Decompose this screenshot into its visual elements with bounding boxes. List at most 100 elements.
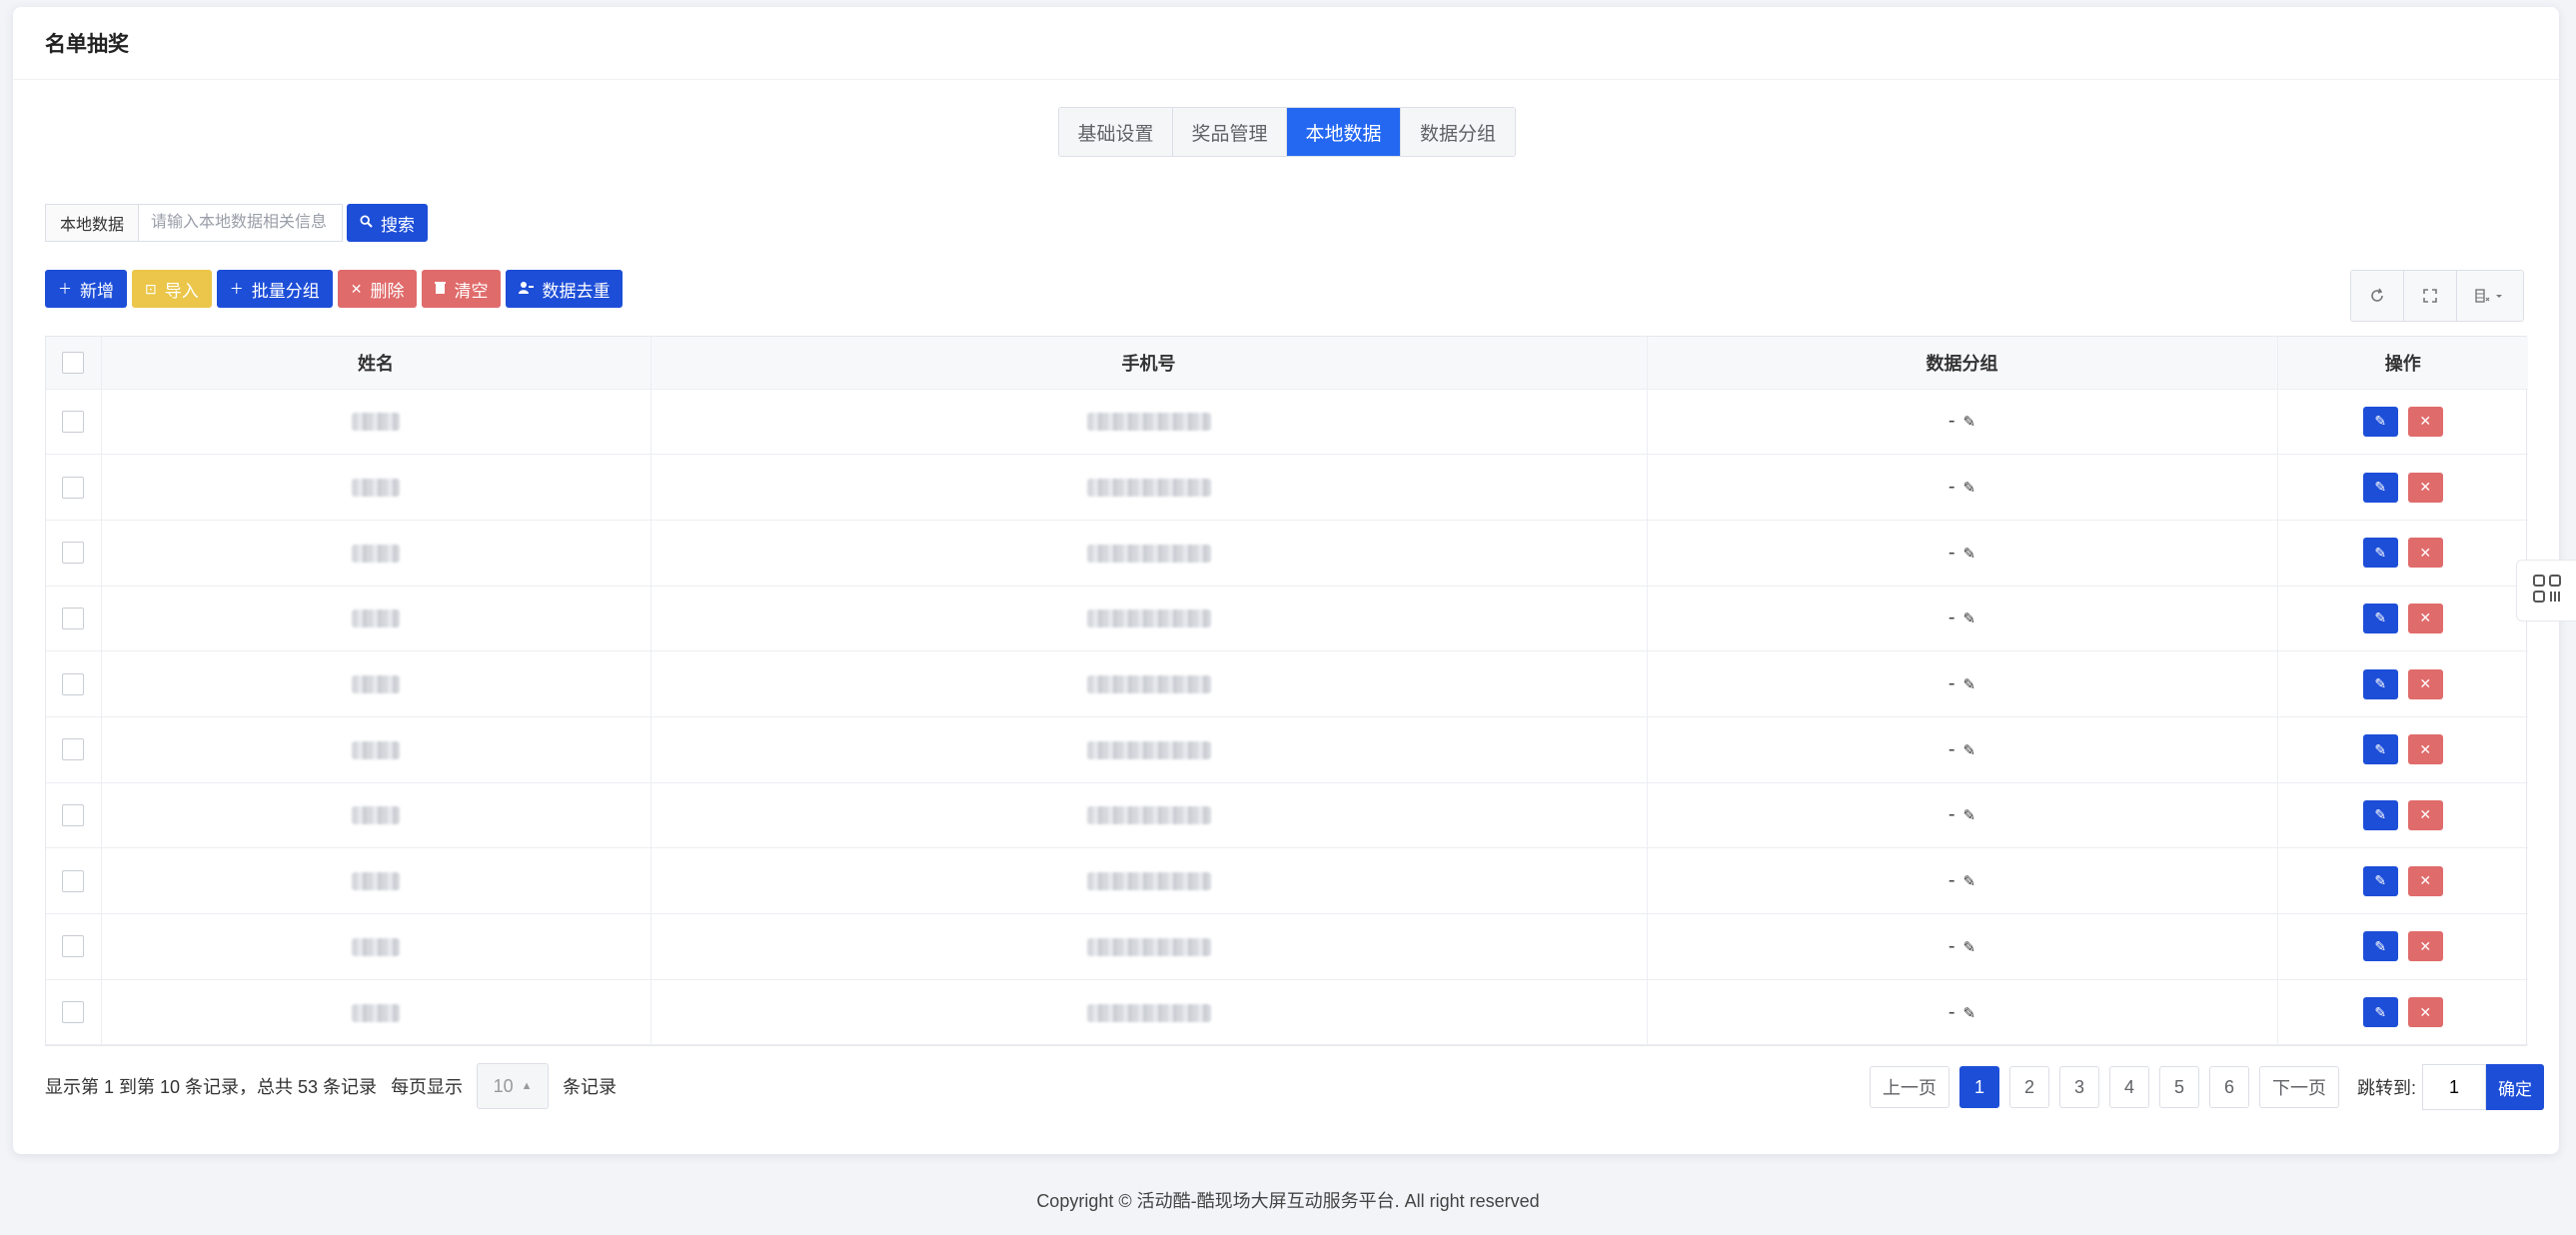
edit-button[interactable]: ✎ xyxy=(2362,997,2398,1028)
pencil-icon[interactable]: ✎ xyxy=(1963,742,1976,759)
row-checkbox[interactable] xyxy=(62,935,85,958)
edit-button[interactable]: ✎ xyxy=(2362,472,2398,503)
name-cell xyxy=(101,847,651,914)
name-cell xyxy=(101,586,651,652)
edit-button[interactable]: ✎ xyxy=(2362,865,2398,896)
jump-confirm-button[interactable]: 确定 xyxy=(2486,1064,2545,1110)
pencil-icon[interactable]: ✎ xyxy=(1963,611,1976,627)
row-checkbox[interactable] xyxy=(62,869,85,892)
table-row: - ✎ ✎ ✕ xyxy=(46,454,2528,521)
actions-cell: ✎ ✕ xyxy=(2277,913,2528,980)
select-all-checkbox[interactable] xyxy=(62,351,85,374)
phone-redacted xyxy=(1086,610,1211,628)
edit-button[interactable]: ✎ xyxy=(2362,931,2398,962)
search-button[interactable]: 搜索 xyxy=(347,204,429,242)
name-cell xyxy=(101,716,651,783)
row-select-cell xyxy=(46,913,102,980)
prev-page-button[interactable]: 上一页 xyxy=(1870,1066,1949,1108)
edit-button[interactable]: ✎ xyxy=(2362,799,2398,830)
columns-icon[interactable] xyxy=(2457,271,2523,321)
row-checkbox[interactable] xyxy=(62,1001,85,1024)
pencil-icon[interactable]: ✎ xyxy=(1963,546,1976,563)
phone-cell xyxy=(650,650,1648,717)
name-redacted xyxy=(352,413,400,432)
tab-basic-settings[interactable]: 基础设置 xyxy=(1059,108,1173,156)
pencil-icon[interactable]: ✎ xyxy=(1963,939,1976,956)
add-button[interactable]: ＋ 新增 xyxy=(45,270,127,308)
page-size-select[interactable]: 10 ▲ xyxy=(477,1063,550,1109)
row-select-cell xyxy=(46,389,102,456)
clear-button[interactable]: 清空 xyxy=(422,270,502,308)
pencil-icon[interactable]: ✎ xyxy=(1963,1005,1976,1022)
delete-row-button[interactable]: ✕ xyxy=(2407,931,2443,962)
import-button[interactable]: ⊡ 导入 xyxy=(132,270,212,308)
page-button-2[interactable]: 2 xyxy=(2009,1066,2049,1108)
batch-group-button[interactable]: ＋ 批量分组 xyxy=(216,270,333,308)
row-select-cell xyxy=(46,586,102,652)
row-checkbox[interactable] xyxy=(62,476,85,499)
group-cell: - ✎ xyxy=(1647,913,2278,980)
delete-row-button[interactable]: ✕ xyxy=(2407,538,2443,569)
pencil-icon[interactable]: ✎ xyxy=(1963,676,1976,693)
row-checkbox[interactable] xyxy=(62,410,85,433)
delete-row-button[interactable]: ✕ xyxy=(2407,997,2443,1028)
row-checkbox[interactable] xyxy=(62,672,85,695)
batch-group-button-label: 批量分组 xyxy=(251,281,320,301)
jump-page-input[interactable] xyxy=(2422,1064,2487,1110)
name-cell xyxy=(101,520,651,587)
data-table: 姓名 手机号 数据分组 操作 - ✎ ✎ ✕ - ✎ ✎ ✕ - ✎ ✎ ✕ - ✎ ✎ ✕ - ✎ ✎ ✕ - ✎ ✎ ✕ -… xyxy=(45,336,2528,1047)
table-row: - ✎ ✎ ✕ xyxy=(46,650,2528,717)
per-page-label: 每页显示 xyxy=(391,1077,464,1097)
actions-cell: ✎ ✕ xyxy=(2277,716,2528,783)
pencil-icon: ✎ xyxy=(2374,806,2387,823)
qr-code-widget[interactable] xyxy=(2516,560,2576,621)
row-checkbox[interactable] xyxy=(62,607,85,629)
select-all-cell xyxy=(46,337,102,390)
dedupe-button[interactable]: 数据去重 xyxy=(506,270,624,308)
tab-local-data[interactable]: 本地数据 xyxy=(1287,108,1401,156)
page-button-1[interactable]: 1 xyxy=(1959,1066,1999,1108)
fullscreen-icon[interactable] xyxy=(2404,271,2457,321)
phone-cell xyxy=(650,716,1648,783)
delete-row-button[interactable]: ✕ xyxy=(2407,668,2443,699)
delete-row-button[interactable]: ✕ xyxy=(2407,406,2443,437)
pencil-icon[interactable]: ✎ xyxy=(1963,480,1976,497)
delete-button[interactable]: ✕ 删除 xyxy=(337,270,418,308)
next-page-button[interactable]: 下一页 xyxy=(2259,1066,2339,1108)
group-value: - xyxy=(1947,737,1955,760)
close-icon: ✕ xyxy=(350,280,363,297)
tab-data-groups[interactable]: 数据分组 xyxy=(1401,108,1515,156)
row-checkbox[interactable] xyxy=(62,738,85,761)
row-checkbox[interactable] xyxy=(62,803,85,826)
add-button-label: 新增 xyxy=(80,281,114,301)
edit-button[interactable]: ✎ xyxy=(2362,406,2398,437)
page-button-5[interactable]: 5 xyxy=(2159,1066,2199,1108)
edit-button[interactable]: ✎ xyxy=(2362,668,2398,699)
delete-row-button[interactable]: ✕ xyxy=(2407,734,2443,765)
search-input[interactable] xyxy=(138,204,344,242)
page-button-6[interactable]: 6 xyxy=(2209,1066,2249,1108)
phone-redacted xyxy=(1086,937,1211,956)
edit-button[interactable]: ✎ xyxy=(2362,603,2398,633)
delete-row-button[interactable]: ✕ xyxy=(2407,865,2443,896)
pencil-icon[interactable]: ✎ xyxy=(1963,807,1976,824)
actions-cell: ✎ ✕ xyxy=(2277,782,2528,849)
edit-button[interactable]: ✎ xyxy=(2362,734,2398,765)
group-value: - xyxy=(1947,476,1955,499)
delete-row-button[interactable]: ✕ xyxy=(2407,799,2443,830)
pencil-icon[interactable]: ✎ xyxy=(1963,414,1976,431)
page-button-3[interactable]: 3 xyxy=(2059,1066,2099,1108)
table-row: - ✎ ✎ ✕ xyxy=(46,389,2528,456)
row-checkbox[interactable] xyxy=(62,542,85,565)
refresh-icon[interactable] xyxy=(2351,271,2404,321)
pencil-icon[interactable]: ✎ xyxy=(1963,873,1976,890)
tab-prize-management[interactable]: 奖品管理 xyxy=(1173,108,1287,156)
edit-button[interactable]: ✎ xyxy=(2362,538,2398,569)
name-redacted xyxy=(352,610,400,628)
pencil-icon: ✎ xyxy=(2374,479,2387,496)
page-button-4[interactable]: 4 xyxy=(2109,1066,2149,1108)
actions-cell: ✎ ✕ xyxy=(2277,650,2528,717)
delete-row-button[interactable]: ✕ xyxy=(2407,603,2443,633)
delete-row-button[interactable]: ✕ xyxy=(2407,472,2443,503)
table-row: - ✎ ✎ ✕ xyxy=(46,520,2528,587)
